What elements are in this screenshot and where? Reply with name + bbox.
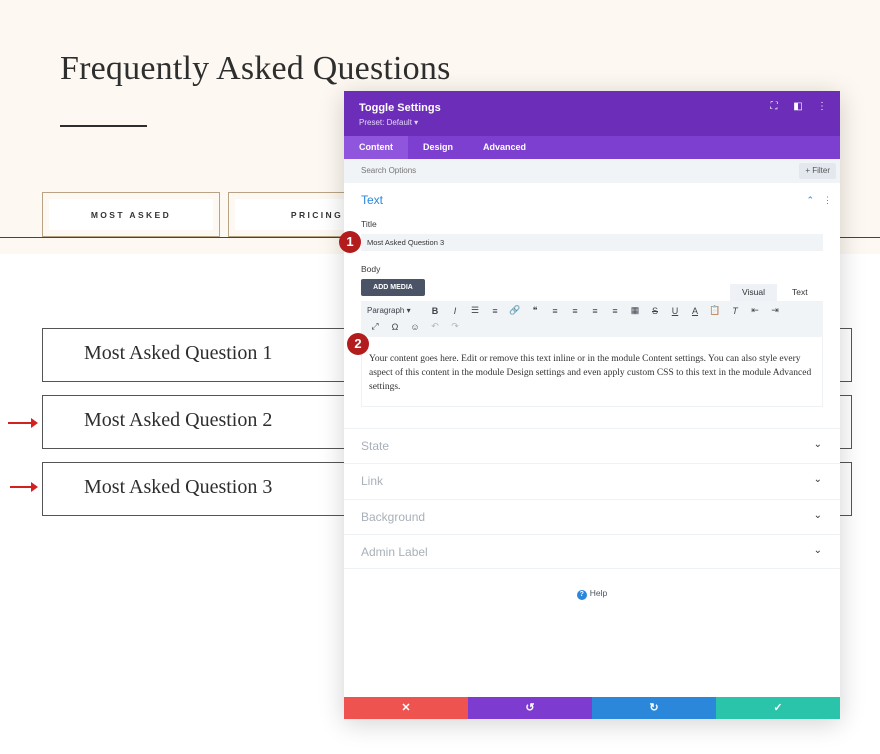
quote-icon[interactable]: ❝ [525, 305, 545, 316]
table-icon[interactable]: ▦ [625, 305, 645, 316]
red-arrow-icon [8, 418, 38, 428]
numbered-list-icon[interactable]: ≡ [485, 306, 505, 316]
link-icon[interactable]: 🔗 [505, 305, 525, 316]
section-admin-label[interactable]: Admin Label ⌄ [344, 534, 840, 569]
editor-tab-text[interactable]: Text [780, 284, 820, 301]
strikethrough-icon[interactable]: S [645, 306, 665, 316]
undo-icon[interactable]: ↶ [425, 321, 445, 332]
chevron-down-icon: ⌄ [813, 545, 822, 556]
paragraph-select-label: Paragraph [367, 306, 405, 315]
chevron-down-icon: ⌄ [813, 510, 822, 521]
fullscreen-icon[interactable]: ⛶ [768, 101, 780, 112]
section-background[interactable]: Background ⌄ [344, 499, 840, 534]
editor-tab-visual[interactable]: Visual [730, 284, 777, 301]
red-arrow-icon [10, 482, 38, 492]
add-media-button[interactable]: ADD MEDIA [361, 279, 425, 296]
section-background-label: Background [361, 510, 426, 524]
italic-icon[interactable]: I [445, 306, 465, 316]
section-link[interactable]: Link ⌄ [344, 463, 840, 498]
special-char-icon[interactable]: Ω [385, 322, 405, 332]
help-link[interactable]: ? Help [344, 588, 840, 600]
section-tools: ⌃ ⋮ [806, 195, 832, 206]
align-right-icon[interactable]: ≡ [585, 306, 605, 316]
underline-icon[interactable]: U [665, 306, 685, 316]
title-label: Title [361, 219, 377, 229]
section-title-text[interactable]: Text [361, 193, 383, 207]
align-center-icon[interactable]: ≡ [565, 306, 585, 316]
body-editor[interactable]: Your content goes here. Edit or remove t… [361, 337, 823, 407]
search-input[interactable] [361, 159, 741, 183]
search-bar: + Filter [344, 159, 840, 183]
filter-button[interactable]: + Filter [799, 163, 836, 179]
modal-title: Toggle Settings [359, 102, 441, 114]
redo-icon[interactable]: ↷ [445, 321, 465, 332]
section-admin-label-label: Admin Label [361, 545, 428, 559]
toggle-settings-modal: Toggle Settings Preset: Default ▾ ⛶ ◧ ⋮ … [344, 91, 840, 719]
align-left-icon[interactable]: ≡ [545, 306, 565, 316]
chevron-up-icon[interactable]: ⌃ [806, 195, 814, 206]
bullet-list-icon[interactable]: ☰ [465, 305, 485, 316]
header-icons: ⛶ ◧ ⋮ [768, 101, 828, 112]
emoji-icon[interactable]: ☺ [405, 322, 425, 332]
modal-header: Toggle Settings Preset: Default ▾ ⛶ ◧ ⋮ [344, 91, 840, 136]
save-button[interactable]: ✓ [716, 697, 840, 719]
annotation-badge-1: 1 [339, 231, 361, 253]
faq-toggle-title: Most Asked Question 3 [84, 476, 273, 498]
paragraph-select[interactable]: Paragraph ▾ [365, 306, 425, 315]
title-divider [60, 125, 147, 127]
section-state[interactable]: State ⌄ [344, 428, 840, 463]
split-view-icon[interactable]: ◧ [792, 101, 804, 112]
cancel-button[interactable]: ✕ [344, 697, 468, 719]
faq-toggle-title: Most Asked Question 1 [84, 342, 273, 364]
editor-toolbar: Paragraph ▾ B I ☰ ≡ 🔗 ❝ ≡ ≡ ≡ ≡ ▦ S U A … [361, 301, 823, 337]
tab-content[interactable]: Content [344, 136, 408, 159]
tab-advanced[interactable]: Advanced [468, 136, 541, 159]
indent-icon[interactable]: ⇥ [765, 305, 785, 316]
page-root: Frequently Asked Questions MOST ASKED PR… [0, 0, 880, 754]
section-more-icon[interactable]: ⋮ [823, 195, 832, 206]
tab-design[interactable]: Design [408, 136, 468, 159]
chevron-down-icon: ⌄ [813, 474, 822, 485]
preset-selector[interactable]: Preset: Default ▾ [359, 118, 418, 127]
tab-most-asked-label: MOST ASKED [49, 199, 213, 230]
section-link-label: Link [361, 474, 384, 488]
outdent-icon[interactable]: ⇤ [745, 305, 765, 316]
chevron-down-icon: ⌄ [813, 439, 822, 450]
help-icon: ? [576, 590, 587, 600]
title-input[interactable] [361, 234, 823, 251]
undo-button[interactable]: ↺ [468, 697, 592, 719]
fullscreen-editor-icon[interactable]: ⤢ [365, 321, 385, 332]
tab-most-asked[interactable]: MOST ASKED [42, 192, 220, 237]
help-label: Help [589, 588, 608, 598]
section-state-label: State [361, 439, 390, 453]
clear-format-icon[interactable]: T [725, 306, 745, 316]
body-label: Body [361, 264, 381, 274]
more-options-icon[interactable]: ⋮ [816, 101, 828, 112]
faq-toggle-title: Most Asked Question 2 [84, 409, 273, 431]
bold-icon[interactable]: B [425, 306, 445, 316]
redo-button[interactable]: ↻ [592, 697, 716, 719]
annotation-badge-2: 2 [347, 333, 369, 355]
align-justify-icon[interactable]: ≡ [605, 306, 625, 316]
page-title: Frequently Asked Questions [60, 50, 451, 87]
text-color-icon[interactable]: A [685, 306, 705, 316]
modal-footer: ✕ ↺ ↻ ✓ [344, 697, 840, 719]
modal-tabs: Content Design Advanced [344, 136, 840, 159]
paste-text-icon[interactable]: 📋 [705, 305, 725, 316]
